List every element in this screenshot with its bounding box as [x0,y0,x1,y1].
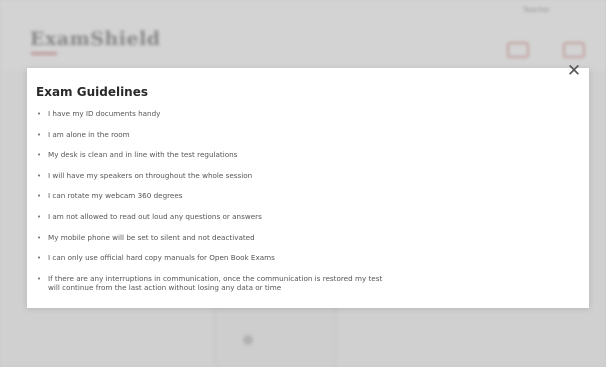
exam-guidelines-dialog: Exam Guidelines • I have my ID documents … [27,68,589,308]
guideline-text: I am not allowed to read out loud any qu… [48,211,262,221]
bullet-icon: • [37,233,42,242]
guideline-text: My desk is clean and in line with the te… [48,150,238,160]
bullet-icon: • [37,212,42,221]
guideline-text: If there are any interruptions in commun… [48,273,383,292]
bullet-icon: • [37,151,42,160]
guideline-text: My mobile phone will be set to silent an… [48,232,255,242]
close-button[interactable]: ✕ [566,61,582,81]
bullet-icon: • [37,110,42,118]
guideline-text: I can rotate my webcam 360 degrees [48,191,183,201]
bullet-icon: • [37,171,42,180]
bullet-icon: • [37,130,42,139]
bullet-icon: • [37,254,42,263]
bullet-icon: • [37,192,42,201]
guideline-text: I can only use official hard copy manual… [48,253,275,263]
bullet-icon: • [37,274,42,283]
close-icon: ✕ [566,61,582,81]
guideline-text: I am alone in the room [48,129,130,139]
dialog-title: Exam Guidelines [36,85,149,99]
guideline-text: I will have my speakers on throughout th… [48,170,253,180]
guideline-text: I have my ID documents handy [48,109,161,118]
screen: ExamShield Teacher Exam Guidelines • I ha… [0,0,606,367]
